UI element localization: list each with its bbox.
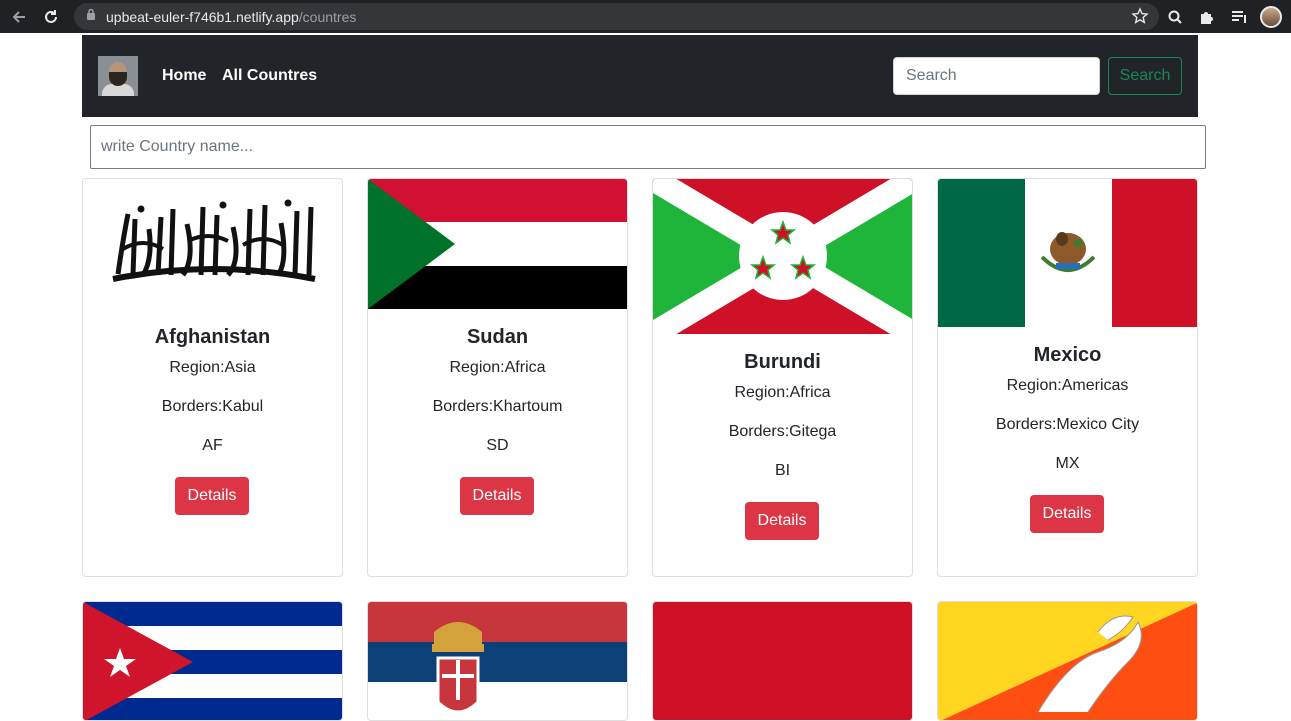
browser-toolbar: upbeat-euler-f746b1.netlify.app/countres	[0, 0, 1291, 33]
profile-avatar-icon[interactable]	[1259, 5, 1283, 29]
country-region: Region:Americas	[1006, 377, 1129, 394]
country-name: Sudan	[466, 326, 529, 348]
details-button[interactable]: Details	[460, 477, 534, 515]
country-card: Sudan Region:Africa Borders:Khartoum SD …	[367, 178, 628, 577]
country-borders: Borders:Mexico City	[995, 416, 1140, 433]
serbia-flag-image	[368, 602, 627, 720]
country-card	[82, 601, 343, 721]
country-region: Region:Africa	[734, 384, 831, 401]
red-flag-image	[653, 602, 912, 720]
country-borders: Borders:Khartoum	[432, 398, 563, 415]
sudan-flag-image	[368, 179, 627, 309]
extensions-puzzle-icon[interactable]	[1195, 5, 1219, 29]
nav-all-countries-link[interactable]: All Countres	[222, 67, 317, 85]
mexico-flag-image	[938, 179, 1197, 327]
country-region: Region:Africa	[449, 359, 546, 376]
country-name-input[interactable]	[90, 125, 1206, 169]
nav-home-link[interactable]: Home	[162, 67, 206, 85]
country-borders: Borders:Kabul	[161, 398, 264, 415]
url-host: upbeat-euler-f746b1.netlify.app	[106, 8, 299, 25]
country-card	[937, 601, 1198, 721]
lens-extension-icon[interactable]	[1163, 5, 1187, 29]
country-card	[652, 601, 913, 721]
country-card: Mexico Region:Americas Borders:Mexico Ci…	[937, 178, 1198, 577]
details-button[interactable]: Details	[745, 502, 819, 540]
country-code: BI	[774, 462, 791, 479]
lock-icon	[86, 8, 96, 26]
details-button[interactable]: Details	[1030, 495, 1104, 533]
country-region: Region:Asia	[169, 359, 256, 376]
address-bar[interactable]: upbeat-euler-f746b1.netlify.app/countres	[74, 3, 1159, 30]
country-code: AF	[202, 437, 223, 454]
bhutan-flag-image	[938, 602, 1197, 720]
reading-list-icon[interactable]	[1227, 5, 1251, 29]
country-card: Afghanistan Region:Asia Borders:Kabul AF…	[82, 178, 343, 577]
country-name: Mexico	[1033, 344, 1102, 366]
burundi-flag-image	[653, 179, 912, 334]
country-code: SD	[486, 437, 509, 454]
country-card: Burundi Region:Africa Borders:Gitega BI …	[652, 178, 913, 577]
country-name: Afghanistan	[154, 326, 271, 348]
country-name: Burundi	[744, 351, 821, 373]
country-borders: Borders:Gitega	[728, 423, 837, 440]
afghanistan-flag-image	[83, 179, 342, 309]
navbar-search-button[interactable]: Search	[1108, 57, 1182, 95]
back-icon[interactable]	[6, 4, 32, 30]
browser-extensions	[1163, 0, 1291, 33]
bookmark-star-icon[interactable]	[1131, 7, 1149, 30]
url-path: /countres	[298, 8, 357, 25]
country-card	[367, 601, 628, 721]
cuba-flag-image	[83, 602, 342, 720]
site-navbar: Home All Countres Search	[82, 35, 1198, 117]
user-avatar[interactable]	[98, 56, 138, 96]
country-code: MX	[1055, 455, 1080, 472]
reload-icon[interactable]	[38, 4, 64, 30]
navbar-search-input[interactable]	[893, 57, 1100, 95]
details-button[interactable]: Details	[175, 477, 249, 515]
